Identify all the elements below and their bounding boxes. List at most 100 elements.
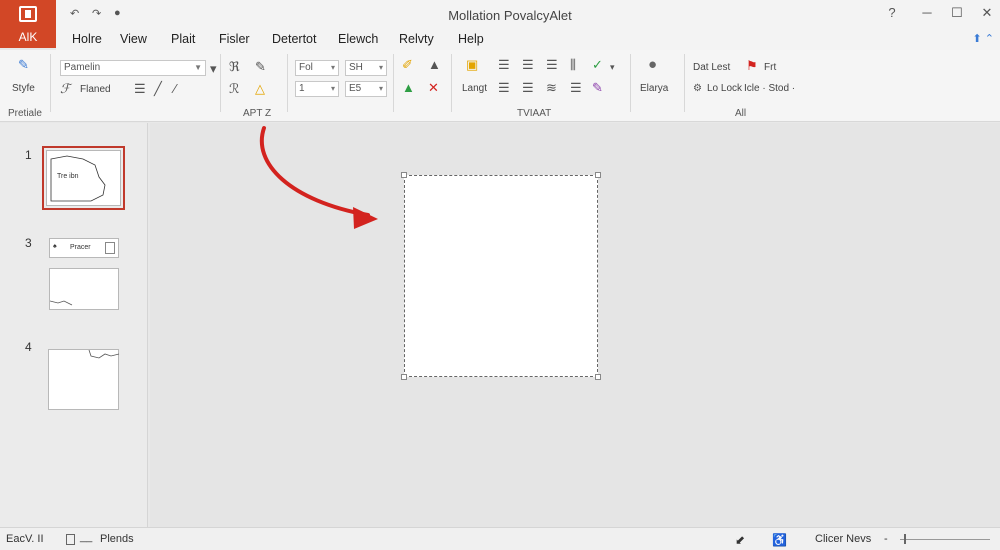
spacing-field-2[interactable]: E5 ▾	[345, 81, 387, 97]
italic-icon[interactable]: ℱ	[60, 82, 70, 96]
ribbon-separator	[287, 54, 288, 112]
font-size-field[interactable]: Fol ▾	[295, 60, 339, 76]
ribbon-separator	[50, 54, 51, 112]
brush-icon[interactable]: ✎	[592, 81, 603, 95]
slide-thumbnail-pane: 1 Tre ibn 3 ♠ Pracer 4	[0, 123, 148, 527]
tab-plait[interactable]: Plait	[171, 32, 195, 46]
align-center-icon[interactable]: ☰	[522, 81, 534, 95]
chevron-down-icon[interactable]: ▾	[610, 60, 615, 74]
thumb-sketch	[50, 300, 73, 306]
tab-help[interactable]: Help	[458, 32, 484, 46]
maximize-button[interactable]: ☐	[945, 5, 969, 23]
app-logo-icon	[19, 6, 37, 22]
chevron-down-icon: ▼	[194, 63, 202, 72]
justify-icon[interactable]: ☰	[570, 81, 582, 95]
zoom-slider-knob[interactable]	[904, 534, 906, 544]
zoom-out-button[interactable]: -	[884, 533, 888, 545]
accessibility-icon[interactable]: ♿	[772, 533, 787, 547]
font-color-icon[interactable]: ℛ	[229, 82, 239, 96]
group-label: All	[735, 108, 747, 119]
ribbon: ✎ Styfe Pamelin ▼ ▾ ℱ Flaned ☰ ╱ ∕ ℜ ✎ ℛ…	[0, 50, 1000, 122]
columns-icon[interactable]: ⫼	[570, 58, 576, 72]
tab-detertot[interactable]: Detertot	[272, 32, 316, 46]
select-button[interactable]: Icle · Stod ·	[744, 83, 795, 94]
tab-holre[interactable]: Holre	[72, 32, 102, 46]
redo-icon[interactable]: ↷	[92, 7, 101, 20]
font-size-value: Fol	[299, 62, 313, 73]
view-mode-button[interactable]: Clicer Nevs	[815, 533, 871, 545]
dat-lest-button[interactable]: Dat Lest	[693, 62, 730, 73]
highlight-icon[interactable]: ℜ	[229, 60, 240, 74]
status-bar: EacV. II __ Plends ⬋ ♿ Clicer Nevs -	[0, 527, 1000, 550]
bullets-icon[interactable]: ☰	[498, 58, 510, 72]
slide-info: EacV. II	[6, 533, 44, 545]
resize-handle[interactable]	[401, 374, 407, 380]
link-icon[interactable]: ✓	[592, 58, 603, 72]
slide-thumbnail-3[interactable]	[49, 268, 119, 310]
thumb-sketch	[88, 350, 120, 359]
slide-editing-canvas[interactable]	[150, 123, 1000, 527]
slide-thumbnail-4[interactable]	[48, 349, 120, 410]
warning-icon[interactable]: △	[255, 82, 265, 96]
grow-font-icon[interactable]: ▾	[210, 62, 217, 76]
ribbon-options-icon[interactable]: ⬆ ⌃	[973, 32, 995, 45]
selected-placeholder-box[interactable]	[401, 172, 601, 380]
shapes-icon[interactable]: ●	[648, 57, 657, 72]
group-label: TVIAAT	[517, 108, 552, 119]
slide-thumbnail-1[interactable]: Tre ibn	[42, 146, 125, 210]
align-left-icon[interactable]: ☰	[498, 81, 510, 95]
app-menu-button[interactable]: AlK	[0, 0, 56, 48]
tab-view[interactable]: View	[120, 32, 147, 46]
pencil-icon[interactable]: ✎	[255, 60, 266, 74]
delete-x-icon[interactable]: ✕	[428, 81, 439, 95]
notes-icon[interactable]	[66, 534, 75, 545]
comments-icon[interactable]: ⬋	[735, 533, 745, 547]
design-button[interactable]: Elarya	[640, 83, 668, 94]
find-button[interactable]: Frt	[764, 62, 776, 73]
layout-icon[interactable]: ▣	[466, 58, 478, 72]
fill-icon[interactable]: ▲	[428, 58, 441, 72]
style-button[interactable]: Styfe	[12, 83, 35, 94]
help-button[interactable]: ?	[880, 5, 904, 23]
style-brush-icon[interactable]: ✎	[18, 58, 29, 72]
strike-icon[interactable]: ╱	[154, 82, 162, 96]
tab-relvty[interactable]: Relvty	[399, 32, 434, 46]
bold-icon[interactable]: ∕	[174, 82, 176, 96]
tab-elewch[interactable]: Elewch	[338, 32, 378, 46]
spacing-value: 1	[299, 83, 305, 94]
notes-button[interactable]: Plends	[100, 533, 134, 545]
align-icon[interactable]: ☰	[134, 82, 146, 96]
slide-number: 3	[25, 236, 32, 250]
zoom-slider[interactable]	[900, 539, 990, 540]
shape-triangle-icon[interactable]: ▲	[402, 81, 415, 95]
slide-thumbnail-3-header[interactable]: ♠ Pracer	[49, 238, 119, 258]
format-dropdown[interactable]: Flaned	[80, 84, 111, 95]
tab-fisler[interactable]: Fisler	[219, 32, 250, 46]
spacing-field[interactable]: 1 ▾	[295, 81, 339, 97]
slide-number: 1	[25, 148, 32, 162]
undo-icon[interactable]: ↶	[70, 7, 79, 20]
resize-handle[interactable]	[401, 172, 407, 178]
lo-lock-button[interactable]: Lo Lock	[707, 83, 742, 94]
indent-icon[interactable]: ☰	[546, 58, 558, 72]
find-icon[interactable]: ⚑	[746, 59, 758, 73]
ribbon-separator	[684, 54, 685, 112]
layout-button[interactable]: Langt	[462, 83, 487, 94]
gear-icon[interactable]: ⚙	[693, 82, 702, 96]
numbering-icon[interactable]: ☰	[522, 58, 534, 72]
paint-icon[interactable]: ✐	[402, 58, 413, 72]
minimize-button[interactable]: ─	[915, 5, 939, 23]
thumb-caption: Pracer	[70, 244, 91, 251]
group-label: APT Z	[243, 108, 272, 119]
thumb-caption: Tre ibn	[57, 173, 79, 180]
close-button[interactable]: ✕	[975, 5, 999, 23]
chevron-down-icon: ▾	[330, 63, 335, 72]
info-icon[interactable]: ●	[114, 7, 121, 19]
resize-handle[interactable]	[595, 374, 601, 380]
line-spacing-icon[interactable]: ≋	[546, 81, 557, 95]
font-name-field[interactable]: Pamelin ▼	[60, 60, 206, 76]
spacing2-value: E5	[349, 83, 362, 94]
font-size-field-2[interactable]: SH ▾	[345, 60, 387, 76]
resize-handle[interactable]	[595, 172, 601, 178]
group-label: Pretiale	[8, 108, 42, 119]
